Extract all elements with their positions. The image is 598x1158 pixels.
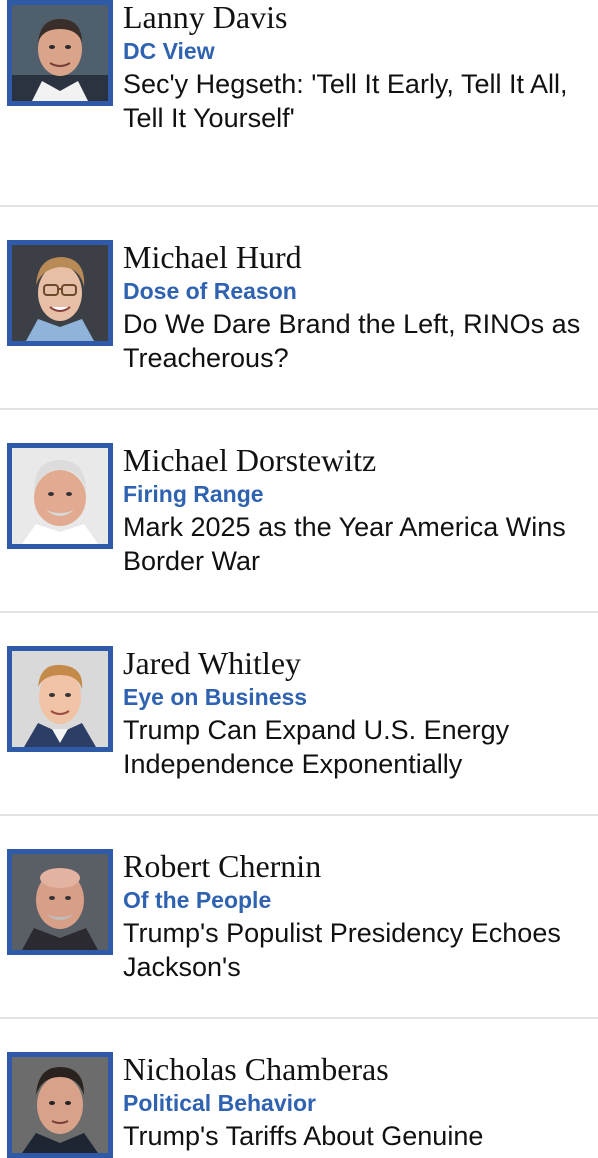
author-photo[interactable] (7, 849, 113, 955)
columnist-text: Michael Hurd Dose of Reason Do We Dare B… (123, 238, 593, 375)
author-photo[interactable] (7, 443, 113, 549)
columnist-text: Michael Dorstewitz Firing Range Mark 202… (123, 441, 593, 578)
columnist-text: Lanny Davis DC View Sec'y Hegseth: 'Tell… (123, 0, 593, 135)
author-name[interactable]: Jared Whitley (123, 644, 593, 682)
author-name[interactable]: Michael Hurd (123, 238, 593, 276)
author-photo[interactable] (7, 0, 113, 106)
author-photo[interactable] (7, 646, 113, 752)
columnist-text: Nicholas Chamberas Political Behavior Tr… (123, 1050, 593, 1153)
column-name[interactable]: DC View (123, 36, 593, 66)
author-name[interactable]: Michael Dorstewitz (123, 441, 593, 479)
columnist-text: Robert Chernin Of the People Trump's Pop… (123, 847, 593, 984)
author-photo[interactable] (7, 1052, 113, 1158)
columnist-item[interactable]: Nicholas Chamberas Political Behavior Tr… (0, 1019, 598, 1158)
author-portrait-icon (12, 448, 108, 544)
author-portrait-icon (12, 5, 108, 101)
column-name[interactable]: Of the People (123, 885, 593, 915)
column-name[interactable]: Dose of Reason (123, 276, 593, 306)
author-portrait-icon (12, 651, 108, 747)
columnist-item[interactable]: Michael Dorstewitz Firing Range Mark 202… (0, 410, 598, 613)
column-name[interactable]: Firing Range (123, 479, 593, 509)
article-headline[interactable]: Do We Dare Brand the Left, RINOs as Trea… (123, 307, 593, 375)
author-portrait-icon (12, 245, 108, 341)
author-photo[interactable] (7, 240, 113, 346)
columnist-item[interactable]: Lanny Davis DC View Sec'y Hegseth: 'Tell… (0, 0, 598, 207)
column-name[interactable]: Political Behavior (123, 1088, 593, 1118)
columnist-item[interactable]: Robert Chernin Of the People Trump's Pop… (0, 816, 598, 1019)
article-headline[interactable]: Trump Can Expand U.S. Energy Independenc… (123, 713, 593, 781)
article-headline[interactable]: Mark 2025 as the Year America Wins Borde… (123, 510, 593, 578)
article-headline[interactable]: Trump's Tariffs About Genuine (123, 1119, 593, 1153)
author-name[interactable]: Robert Chernin (123, 847, 593, 885)
article-headline[interactable]: Sec'y Hegseth: 'Tell It Early, Tell It A… (123, 67, 593, 135)
author-name[interactable]: Lanny Davis (123, 0, 593, 36)
columnist-text: Jared Whitley Eye on Business Trump Can … (123, 644, 593, 781)
author-name[interactable]: Nicholas Chamberas (123, 1050, 593, 1088)
columnist-list: Lanny Davis DC View Sec'y Hegseth: 'Tell… (0, 0, 598, 1158)
article-headline[interactable]: Trump's Populist Presidency Echoes Jacks… (123, 916, 593, 984)
columnist-item[interactable]: Michael Hurd Dose of Reason Do We Dare B… (0, 207, 598, 410)
author-portrait-icon (12, 1057, 108, 1153)
columnist-item[interactable]: Jared Whitley Eye on Business Trump Can … (0, 613, 598, 816)
author-portrait-icon (12, 854, 108, 950)
column-name[interactable]: Eye on Business (123, 682, 593, 712)
